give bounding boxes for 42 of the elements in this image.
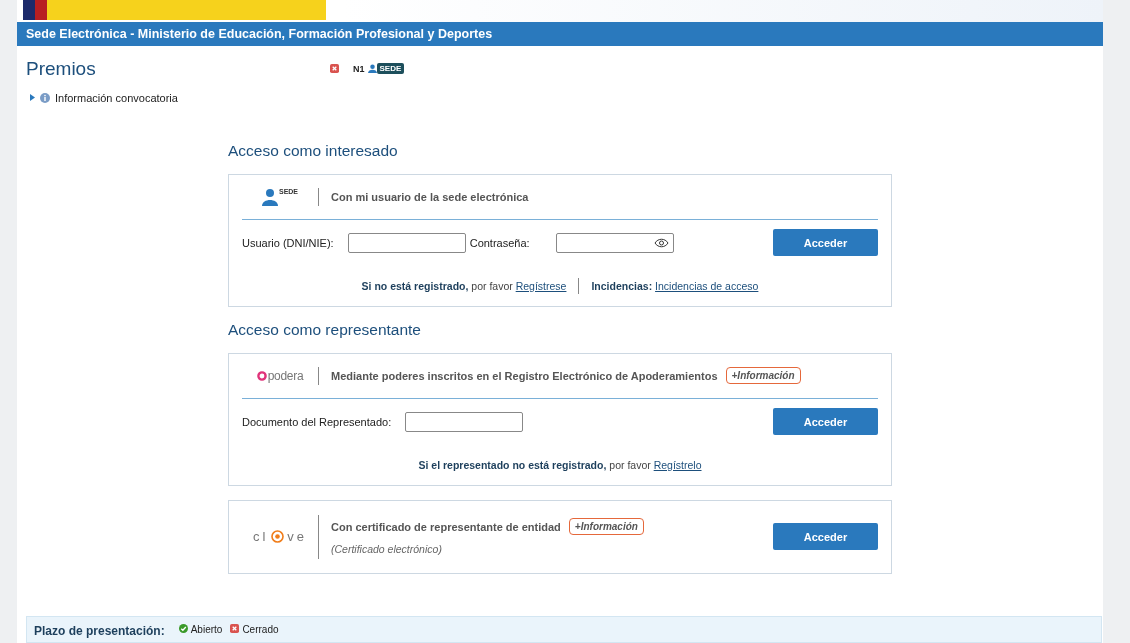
access-button[interactable]: Acceder <box>773 408 878 436</box>
more-info-link[interactable]: +Información <box>568 518 644 536</box>
info-toggle[interactable]: Información convocatoria <box>55 91 178 104</box>
field-label: Documento del Representado: <box>242 415 392 428</box>
access-button[interactable]: Acceder <box>773 523 878 551</box>
register-link[interactable]: Regístrelo <box>653 458 702 471</box>
expand-icon[interactable] <box>30 94 35 102</box>
level-text: N1 <box>353 63 365 74</box>
help-text: Si no está registrado, por favor <box>361 279 514 292</box>
ring-icon <box>256 370 267 381</box>
input-field[interactable] <box>405 411 524 432</box>
user-icon <box>367 64 377 74</box>
target-icon <box>271 530 285 544</box>
register-link[interactable]: Incidencias de acceso <box>655 279 759 292</box>
logo-text: ve <box>287 529 308 545</box>
legend-label: Cerrado <box>242 623 279 635</box>
card-subheading: (Certificado electrónico) <box>331 543 443 556</box>
apodera-logo: podera <box>267 368 304 383</box>
user-icon <box>261 187 278 206</box>
logo-text: cl <box>252 529 269 545</box>
field-label: Contraseña: <box>469 236 530 249</box>
help-text: Si el representado no está registrado, por favor <box>418 458 652 471</box>
access-button[interactable]: Acceder <box>773 229 878 257</box>
site-title: Sede Electrónica - Ministerio de Educación, Formación Profesional y Deportes <box>17 22 1103 46</box>
help-text: Incidencias: <box>591 279 654 292</box>
page-title: Premios <box>26 57 97 80</box>
field-label: Usuario (DNI/NIE): <box>242 236 334 249</box>
eye-icon[interactable] <box>653 237 669 248</box>
section-title: Acceso como interesado <box>228 141 399 161</box>
card-heading: Con certificado de representante de entidad <box>331 520 561 533</box>
card-heading: Con mi usuario de la sede electrónica <box>331 190 529 203</box>
level-badge: SEDE <box>376 63 405 75</box>
register-link[interactable]: Regístrese <box>515 279 567 292</box>
legend-label: Abierto <box>190 623 223 635</box>
input-field[interactable] <box>347 232 466 253</box>
section-title: Acceso como representante <box>228 320 422 340</box>
ministry-logo-icon <box>23 0 326 20</box>
more-info-link[interactable]: +Información <box>725 367 801 385</box>
deadline-label: Plazo de presentación: <box>34 623 165 640</box>
password-field[interactable] <box>555 232 674 253</box>
info-icon <box>40 92 50 103</box>
card-heading: Mediante poderes inscritos en el Registro Electrónico de Apoderamientos <box>331 369 718 382</box>
